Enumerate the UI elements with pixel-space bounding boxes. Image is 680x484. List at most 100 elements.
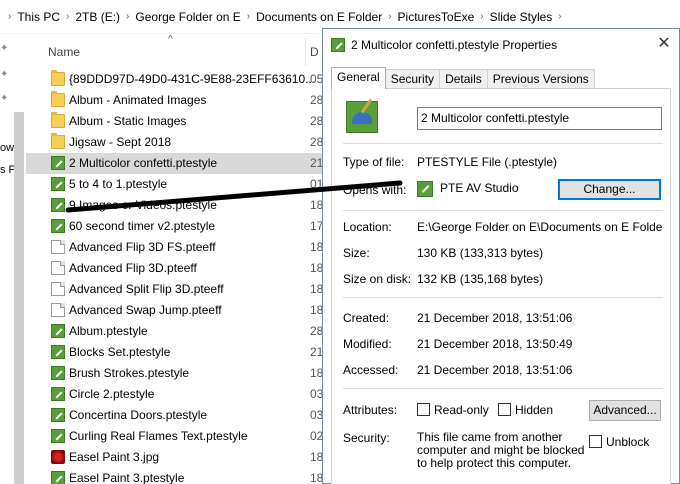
file-row[interactable]: Curling Real Flames Text.ptestyle 02	[26, 426, 324, 447]
general-tab-panel: 2 Multicolor confetti.ptestyle Type of f…	[331, 88, 671, 484]
file-name: Advanced Flip 3D FS.pteeff	[69, 240, 216, 254]
security-label: Security:	[343, 431, 390, 445]
unblock-label[interactable]: Unblock	[606, 435, 649, 449]
nav-item-fragment[interactable]: ow	[0, 142, 14, 154]
ptestyle-file-icon	[51, 219, 65, 233]
chevron-right-icon[interactable]: ›	[66, 11, 69, 22]
pin-icon[interactable]: ✦	[0, 44, 10, 54]
ptestyle-file-icon	[331, 38, 345, 52]
ptestyle-file-icon	[51, 156, 65, 170]
location-label: Location:	[343, 220, 392, 234]
breadcrumb-documents[interactable]: Documents on E Folder	[256, 10, 382, 24]
file-row[interactable]: 60 second timer v2.ptestyle 17	[26, 216, 324, 237]
size-value: 130 KB (133,313 bytes)	[417, 246, 544, 260]
navigation-pane: ✦ ✦ ✦ ow s P	[0, 34, 26, 484]
file-row[interactable]: Easel Paint 3.jpg 18	[26, 447, 324, 468]
ptestyle-file-icon	[51, 324, 65, 338]
chevron-right-icon[interactable]: ›	[480, 11, 483, 22]
file-row[interactable]: Album - Animated Images 28	[26, 90, 324, 111]
tab-previous-versions[interactable]: Previous Versions	[486, 69, 595, 89]
file-row[interactable]: Easel Paint 3.ptestyle 18	[26, 468, 324, 484]
chevron-left-icon[interactable]: ›	[8, 11, 11, 22]
breadcrumb-slide-styles[interactable]: Slide Styles	[490, 10, 553, 24]
tab-details[interactable]: Details	[439, 69, 488, 89]
security-message: This file came from another computer and…	[417, 430, 585, 470]
filename-field[interactable]: 2 Multicolor confetti.ptestyle	[417, 107, 662, 130]
dialog-titlebar[interactable]: 2 Multicolor confetti.ptestyle Propertie…	[323, 29, 679, 61]
dialog-title: 2 Multicolor confetti.ptestyle Propertie…	[351, 38, 558, 52]
document-icon	[51, 303, 65, 317]
file-row[interactable]: Advanced Flip 3D.pteeff 18	[26, 258, 324, 279]
file-row[interactable]: Jigsaw - Sept 2018 28	[26, 132, 324, 153]
column-header-name[interactable]: Name	[48, 45, 80, 59]
file-name: 60 second timer v2.ptestyle	[69, 219, 216, 233]
change-button[interactable]: Change...	[558, 179, 661, 200]
file-name: Curling Real Flames Text.ptestyle	[69, 429, 248, 443]
accessed-value: 21 December 2018, 13:51:06	[417, 363, 573, 377]
file-name: Advanced Swap Jump.pteeff	[69, 303, 222, 317]
file-row[interactable]: Album.ptestyle 28	[26, 321, 324, 342]
nav-scrollbar[interactable]	[14, 112, 24, 484]
opens-with-label: Opens with:	[343, 183, 407, 197]
tab-general[interactable]: General	[331, 67, 386, 89]
ptestyle-file-icon	[51, 429, 65, 443]
chevron-right-icon[interactable]: ›	[388, 11, 391, 22]
file-row[interactable]: 5 to 4 to 1.ptestyle 01	[26, 174, 324, 195]
file-row[interactable]: Advanced Split Flip 3D.pteeff 18	[26, 279, 324, 300]
pin-icon[interactable]: ✦	[0, 94, 10, 104]
file-name: Easel Paint 3.jpg	[69, 450, 160, 464]
hidden-checkbox[interactable]	[498, 403, 511, 416]
unblock-checkbox[interactable]	[589, 435, 602, 448]
divider	[343, 143, 663, 144]
file-row[interactable]: Circle 2.ptestyle 03	[26, 384, 324, 405]
breadcrumb-george-folder[interactable]: George Folder on E	[135, 10, 240, 24]
type-of-file-label: Type of file:	[343, 155, 405, 169]
breadcrumb-drive[interactable]: 2TB (E:)	[75, 10, 120, 24]
column-header-date[interactable]: D	[310, 45, 319, 59]
file-name: 5 to 4 to 1.ptestyle	[69, 177, 168, 191]
readonly-checkbox[interactable]	[417, 403, 430, 416]
column-divider[interactable]	[305, 38, 306, 66]
breadcrumb-picturestoexe[interactable]: PicturesToExe	[398, 10, 475, 24]
file-row[interactable]: Blocks Set.ptestyle 21	[26, 342, 324, 363]
hidden-label[interactable]: Hidden	[515, 403, 553, 417]
close-icon[interactable]: ✕	[655, 35, 673, 53]
ptestyle-file-icon	[51, 387, 65, 401]
file-rows: {89DDD97D-49D0-431C-9E88-23EFF63610... 05…	[26, 69, 324, 484]
file-name: 9 Images or Videos.ptestyle	[69, 198, 217, 212]
advanced-button[interactable]: Advanced...	[589, 400, 661, 421]
chevron-right-icon[interactable]: ›	[126, 11, 129, 22]
opens-with-value: PTE AV Studio	[440, 181, 519, 195]
file-row[interactable]: Brush Strokes.ptestyle 18	[26, 363, 324, 384]
image-file-icon	[51, 450, 65, 464]
readonly-label[interactable]: Read-only	[434, 403, 489, 417]
sort-ascending-icon: ^	[168, 34, 173, 45]
file-row[interactable]: Advanced Flip 3D FS.pteeff 18	[26, 237, 324, 258]
chevron-right-icon[interactable]: ›	[247, 11, 250, 22]
file-row[interactable]: 2 Multicolor confetti.ptestyle 21	[26, 153, 324, 174]
tab-security[interactable]: Security	[384, 69, 441, 89]
chevron-right-icon[interactable]: ›	[558, 11, 561, 22]
file-name: Brush Strokes.ptestyle	[69, 366, 190, 380]
accessed-label: Accessed:	[343, 363, 399, 377]
folder-icon	[51, 70, 65, 86]
column-header: ^ Name D	[26, 34, 324, 68]
ptestyle-file-icon	[51, 177, 65, 191]
ptestyle-file-icon	[51, 198, 65, 212]
modified-label: Modified:	[343, 337, 392, 351]
file-row[interactable]: Album - Static Images 28	[26, 111, 324, 132]
pin-icon[interactable]: ✦	[0, 70, 10, 80]
file-name: Advanced Split Flip 3D.pteeff	[69, 282, 224, 296]
size-on-disk-value: 132 KB (135,168 bytes)	[417, 272, 544, 286]
file-row[interactable]: {89DDD97D-49D0-431C-9E88-23EFF63610... 05	[26, 69, 324, 90]
breadcrumb-this-pc[interactable]: This PC	[17, 10, 60, 24]
file-row[interactable]: Concertina Doors.ptestyle 03	[26, 405, 324, 426]
location-value: E:\George Folder on E\Documents on E Fol…	[417, 220, 662, 234]
pte-av-studio-icon	[417, 181, 433, 197]
file-row[interactable]: Advanced Swap Jump.pteeff 18	[26, 300, 324, 321]
file-row[interactable]: 9 Images or Videos.ptestyle 18	[26, 195, 324, 216]
file-name: Circle 2.ptestyle	[69, 387, 155, 401]
ptestyle-file-icon	[51, 471, 65, 484]
file-name: Concertina Doors.ptestyle	[69, 408, 208, 422]
folder-icon	[51, 91, 65, 107]
